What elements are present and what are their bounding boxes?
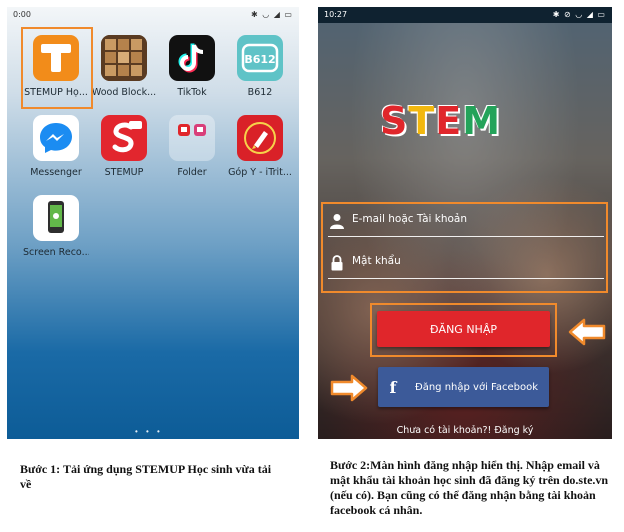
gop-y-icon (237, 115, 283, 161)
stemup-red-icon (101, 115, 147, 161)
app-label: Wood Block... (91, 87, 157, 98)
svg-text:B612: B612 (244, 53, 275, 66)
highlight-login-button: ĐĂNG NHẬP (370, 303, 557, 357)
logo-letter: E (435, 99, 463, 143)
status-icons: ✱ ◡ ◢ ▭ (250, 10, 293, 19)
login-button[interactable]: ĐĂNG NHẬP (377, 311, 550, 347)
app-stemup[interactable]: STEMUP (91, 115, 157, 178)
status-bar: 0:00 ✱ ◡ ◢ ▭ (7, 7, 299, 23)
caption-step-1: Bước 1: Tải ứng dụng STEMUP Học sinh vừa… (20, 462, 272, 491)
app-wood-block[interactable]: Wood Block... (91, 35, 157, 98)
status-time: 0:00 (13, 10, 31, 19)
caption-step-2: Bước 2:Màn hình đăng nhập hiển thị. Nhập… (330, 458, 609, 517)
app-label: Góp Ý - iTrit... (228, 167, 292, 178)
arrow-left-icon (568, 318, 606, 346)
wood-block-icon (101, 35, 147, 81)
screen-recorder-icon (33, 195, 79, 241)
app-label: STEMUP (104, 167, 144, 178)
status-bar: 10:27 ✱ ⊘ ◡ ◢ ▭ (318, 7, 612, 23)
app-label: TikTok (177, 87, 207, 98)
stem-logo: STEM (380, 99, 501, 143)
status-time: 10:27 (324, 10, 348, 19)
app-label: Messenger (30, 167, 82, 178)
page-indicator: • • • (135, 427, 163, 436)
logo-letter: M (462, 99, 502, 143)
status-icons: ✱ ⊘ ◡ ◢ ▭ (552, 10, 606, 19)
logo-letter: S (380, 99, 409, 143)
highlight-login-fields (321, 202, 608, 293)
register-link[interactable]: Chưa có tài khoản?! Đăng ký (318, 425, 612, 436)
facebook-login-button[interactable]: f Đăng nhập với Facebook (378, 367, 549, 407)
app-label: B612 (247, 87, 273, 98)
facebook-icon: f (389, 377, 397, 397)
logo-letter: T (408, 99, 436, 143)
b612-icon: B612 (237, 35, 283, 81)
tiktok-icon (169, 35, 215, 81)
highlight-stemup-app (21, 27, 93, 109)
messenger-icon (33, 115, 79, 161)
app-screen-recorder[interactable]: Screen Reco... (23, 195, 89, 258)
app-messenger[interactable]: Messenger (23, 115, 89, 178)
app-b612[interactable]: B612 B612 (227, 35, 293, 98)
app-folder[interactable]: Folder (159, 115, 225, 178)
folder-icon (169, 115, 215, 161)
app-tiktok[interactable]: TikTok (159, 35, 225, 98)
app-label: Screen Reco... (23, 247, 89, 258)
arrow-right-icon (330, 374, 368, 402)
facebook-login-label: Đăng nhập với Facebook (414, 381, 539, 393)
app-gop-y[interactable]: Góp Ý - iTrit... (227, 115, 293, 178)
app-label: Folder (177, 167, 207, 178)
